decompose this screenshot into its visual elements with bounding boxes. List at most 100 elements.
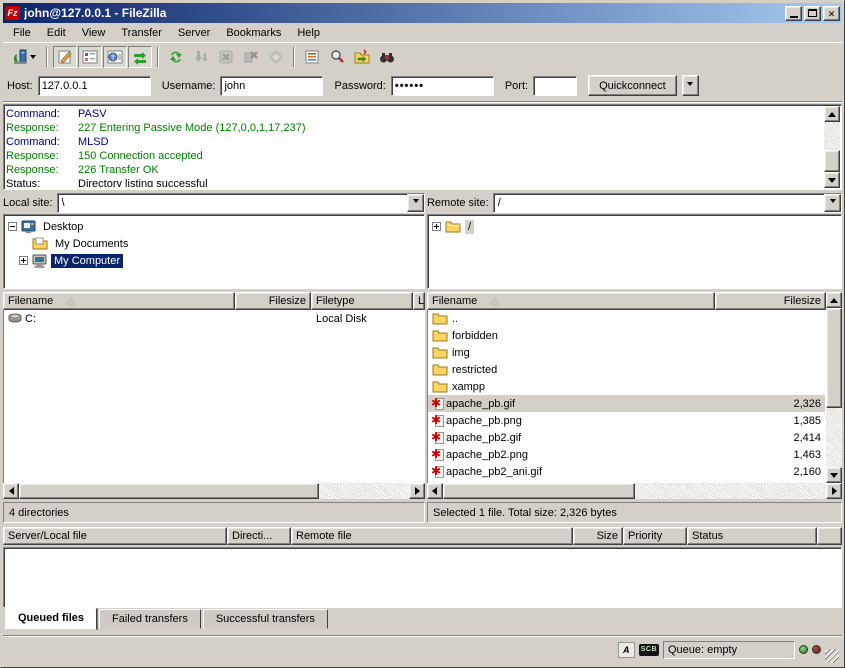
remote-file-row-selected[interactable]: ✱apache_pb.gif 2,326 <box>428 395 825 412</box>
directory-listing-filters-button[interactable] <box>300 46 324 68</box>
tree-item-my-computer[interactable]: My Computer <box>8 252 422 269</box>
remote-file-row[interactable]: ✱apache_pb2_ani.gif 2,160 <box>428 463 825 480</box>
remote-site-dropdown-button[interactable] <box>824 194 841 212</box>
disconnect-button[interactable] <box>239 46 263 68</box>
scrollbar-thumb[interactable] <box>826 308 842 408</box>
scroll-left-button[interactable] <box>3 483 19 499</box>
scrollbar-thumb[interactable] <box>443 483 635 499</box>
column-header-filename[interactable]: Filename <box>3 292 235 310</box>
scroll-right-button[interactable] <box>826 483 842 499</box>
column-header-direction[interactable]: Directi... <box>227 527 291 545</box>
quickconnect-button[interactable]: Quickconnect <box>588 75 677 96</box>
remote-file-row[interactable]: ✱apache_pb2.png 1,463 <box>428 446 825 463</box>
toolbar <box>3 42 842 70</box>
maximize-button[interactable] <box>804 6 821 21</box>
scroll-left-button[interactable] <box>427 483 443 499</box>
toggle-log-button[interactable] <box>53 46 77 68</box>
scrollbar-thumb[interactable] <box>824 150 840 172</box>
log-line-text: MLSD <box>78 135 109 149</box>
scroll-down-icon <box>828 178 836 187</box>
toolbar-separator <box>157 47 159 67</box>
tab-failed-transfers[interactable]: Failed transfers <box>99 609 201 629</box>
tree-item-my-documents[interactable]: My Documents <box>8 235 422 252</box>
menu-edit[interactable]: Edit <box>39 25 74 41</box>
site-manager-button[interactable] <box>7 46 41 68</box>
column-header-filetype[interactable]: Filetype <box>311 292 413 310</box>
menu-server[interactable]: Server <box>170 25 218 41</box>
remote-file-row[interactable]: ✱apache_pb.png 1,385 <box>428 412 825 429</box>
password-input[interactable]: •••••• <box>391 76 494 96</box>
minimize-button[interactable] <box>785 6 802 21</box>
host-input[interactable]: 127.0.0.1 <box>38 76 151 96</box>
scroll-down-button[interactable] <box>824 172 840 188</box>
process-queue-button[interactable] <box>189 46 213 68</box>
status-bar: A SCB Queue: empty <box>3 635 842 663</box>
toggle-remote-pane-button[interactable] <box>103 46 127 68</box>
reconnect-button[interactable] <box>264 46 288 68</box>
local-site-combo[interactable]: \ <box>57 193 425 213</box>
scrollbar-thumb[interactable] <box>19 483 319 499</box>
column-header-last-modified[interactable]: L <box>413 292 425 310</box>
titlebar[interactable]: Fz john@127.0.0.1 - FileZilla ✕ <box>3 3 842 23</box>
column-header-status[interactable]: Status <box>687 527 817 545</box>
port-input[interactable] <box>533 76 577 96</box>
menu-file[interactable]: File <box>5 25 39 41</box>
menu-bookmarks[interactable]: Bookmarks <box>218 25 289 41</box>
scroll-right-icon <box>415 487 424 495</box>
collapse-icon[interactable] <box>8 222 17 231</box>
column-header-filesize[interactable]: Filesize <box>715 292 826 310</box>
refresh-button[interactable] <box>164 46 188 68</box>
local-file-row[interactable]: C: Local Disk <box>4 310 424 327</box>
log-line: Status:Directory listing successful <box>6 177 823 187</box>
local-site-dropdown-button[interactable] <box>407 194 424 212</box>
column-header-size[interactable]: Size <box>573 527 623 545</box>
scroll-up-button[interactable] <box>824 106 840 122</box>
column-header-priority[interactable]: Priority <box>623 527 687 545</box>
close-button[interactable]: ✕ <box>823 6 840 21</box>
menu-transfer[interactable]: Transfer <box>113 25 170 41</box>
speed-limit-icon[interactable]: SCB <box>639 644 659 656</box>
expand-icon[interactable] <box>432 222 441 231</box>
tree-item-label[interactable]: Desktop <box>40 220 86 234</box>
toggle-queue-button[interactable] <box>128 46 152 68</box>
synchronized-browsing-button[interactable] <box>350 46 374 68</box>
scroll-right-button[interactable] <box>409 483 425 499</box>
username-input[interactable]: john <box>220 76 323 96</box>
scroll-up-button[interactable] <box>826 292 842 308</box>
file-search-button[interactable] <box>325 46 349 68</box>
expand-icon[interactable] <box>19 256 28 265</box>
column-header-server-local-file[interactable]: Server/Local file <box>3 527 227 545</box>
tree-item-label[interactable]: My Computer <box>51 254 123 268</box>
column-header-filesize[interactable]: Filesize <box>235 292 311 310</box>
transfer-type-indicator-icon[interactable]: A <box>618 642 635 658</box>
tree-item-desktop[interactable]: Desktop <box>8 218 422 235</box>
menu-view[interactable]: View <box>74 25 114 41</box>
log-toggle-icon <box>57 49 73 65</box>
cancel-operation-button[interactable] <box>214 46 238 68</box>
scroll-down-button[interactable] <box>826 467 842 483</box>
tab-queued-files[interactable]: Queued files <box>5 608 97 630</box>
remote-horizontal-scrollbar[interactable] <box>427 483 842 499</box>
remote-file-row[interactable]: ✱apache_pb2.gif 2,414 <box>428 429 825 446</box>
remote-file-row[interactable]: forbidden <box>428 327 825 344</box>
remote-file-row[interactable]: .. <box>428 310 825 327</box>
tree-item-label[interactable]: / <box>465 220 474 234</box>
menu-help[interactable]: Help <box>289 25 328 41</box>
window-title: john@127.0.0.1 - FileZilla <box>24 6 785 20</box>
log-vertical-scrollbar[interactable] <box>824 106 840 188</box>
remote-vertical-scrollbar[interactable] <box>826 292 842 483</box>
resize-grip[interactable] <box>825 649 839 663</box>
remote-site-combo[interactable]: / <box>493 193 842 213</box>
toggle-local-pane-button[interactable] <box>78 46 102 68</box>
column-header-remote-file[interactable]: Remote file <box>291 527 573 545</box>
tree-item-root[interactable]: / <box>432 218 839 235</box>
quickconnect-dropdown-button[interactable] <box>682 75 699 96</box>
remote-file-row[interactable]: img <box>428 344 825 361</box>
column-header-filename[interactable]: Filename <box>427 292 715 310</box>
remote-file-row[interactable]: xampp <box>428 378 825 395</box>
local-horizontal-scrollbar[interactable] <box>3 483 425 499</box>
remote-file-row[interactable]: restricted <box>428 361 825 378</box>
tree-item-label[interactable]: My Documents <box>52 237 131 251</box>
find-files-button[interactable] <box>375 46 399 68</box>
tab-successful-transfers[interactable]: Successful transfers <box>203 609 328 629</box>
